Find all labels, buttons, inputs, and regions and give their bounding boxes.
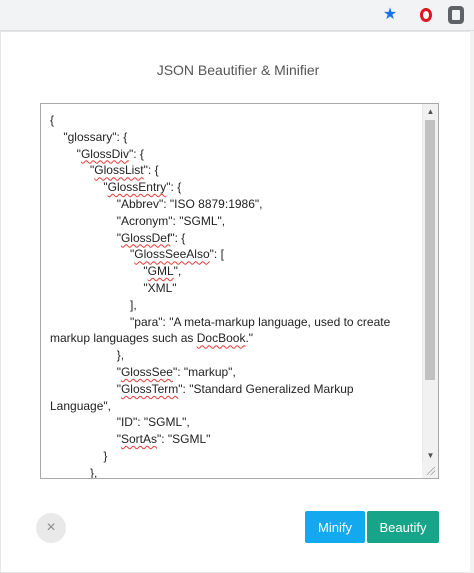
code-line: "GlossSee": "markup", [50,364,236,379]
close-icon: × [46,519,56,536]
code-line: "ID": "SGML", [50,415,190,430]
scrollbar-thumb[interactable] [425,120,435,380]
opera-icon[interactable] [416,5,436,25]
page-title: JSON Beautifier & Minifier [156,62,320,78]
minify-button[interactable]: Minify [305,511,365,543]
close-button[interactable]: × [36,513,66,543]
code-line: "glossary": { [50,129,128,144]
code-line: "XML" [50,280,177,295]
star-icon[interactable]: ★ [380,5,400,25]
window-edge [470,31,474,573]
code-line: ], [50,297,137,312]
extension-popup: JSON Beautifier & Minifier { "glossary":… [0,31,474,573]
code-line: }, [50,465,98,479]
code-line: "GlossSeeAlso": [ [50,247,224,262]
vertical-scrollbar[interactable]: ▲ ▼ [422,104,438,464]
resize-handle[interactable] [422,462,438,478]
code-line: "SortAs": "SGML" [50,432,211,447]
scroll-up-arrow-icon[interactable]: ▲ [423,106,438,118]
code-line: { [50,113,55,127]
code-line: "GlossDef": { [50,230,186,245]
code-line: "Acronym": "SGML", [50,213,226,228]
code-line: } [50,448,108,463]
beautify-button[interactable]: Beautify [367,511,439,543]
json-content: { "glossary": { "GlossDiv": { "GlossList… [50,112,422,479]
extension-icon[interactable] [446,5,466,25]
code-line: "GlossEntry": { [50,180,182,195]
code-line: "GlossDiv": { [50,146,144,161]
browser-toolbar: ★ [0,0,474,31]
code-line: Language", [50,398,111,413]
code-line: "GlossList": { [50,163,159,178]
code-line: "GlossTerm": "Standard Generalized Marku… [50,381,354,396]
code-line: }, [50,348,125,363]
scroll-down-arrow-icon[interactable]: ▼ [423,450,438,462]
code-line: "para": "A meta-markup language, used to… [50,314,391,329]
code-line: "GML", [50,264,182,279]
json-textarea[interactable]: { "glossary": { "GlossDiv": { "GlossList… [40,103,439,479]
code-line: "Abbrev": "ISO 8879:1986", [50,196,263,211]
code-line: markup languages such as DocBook." [50,331,254,346]
